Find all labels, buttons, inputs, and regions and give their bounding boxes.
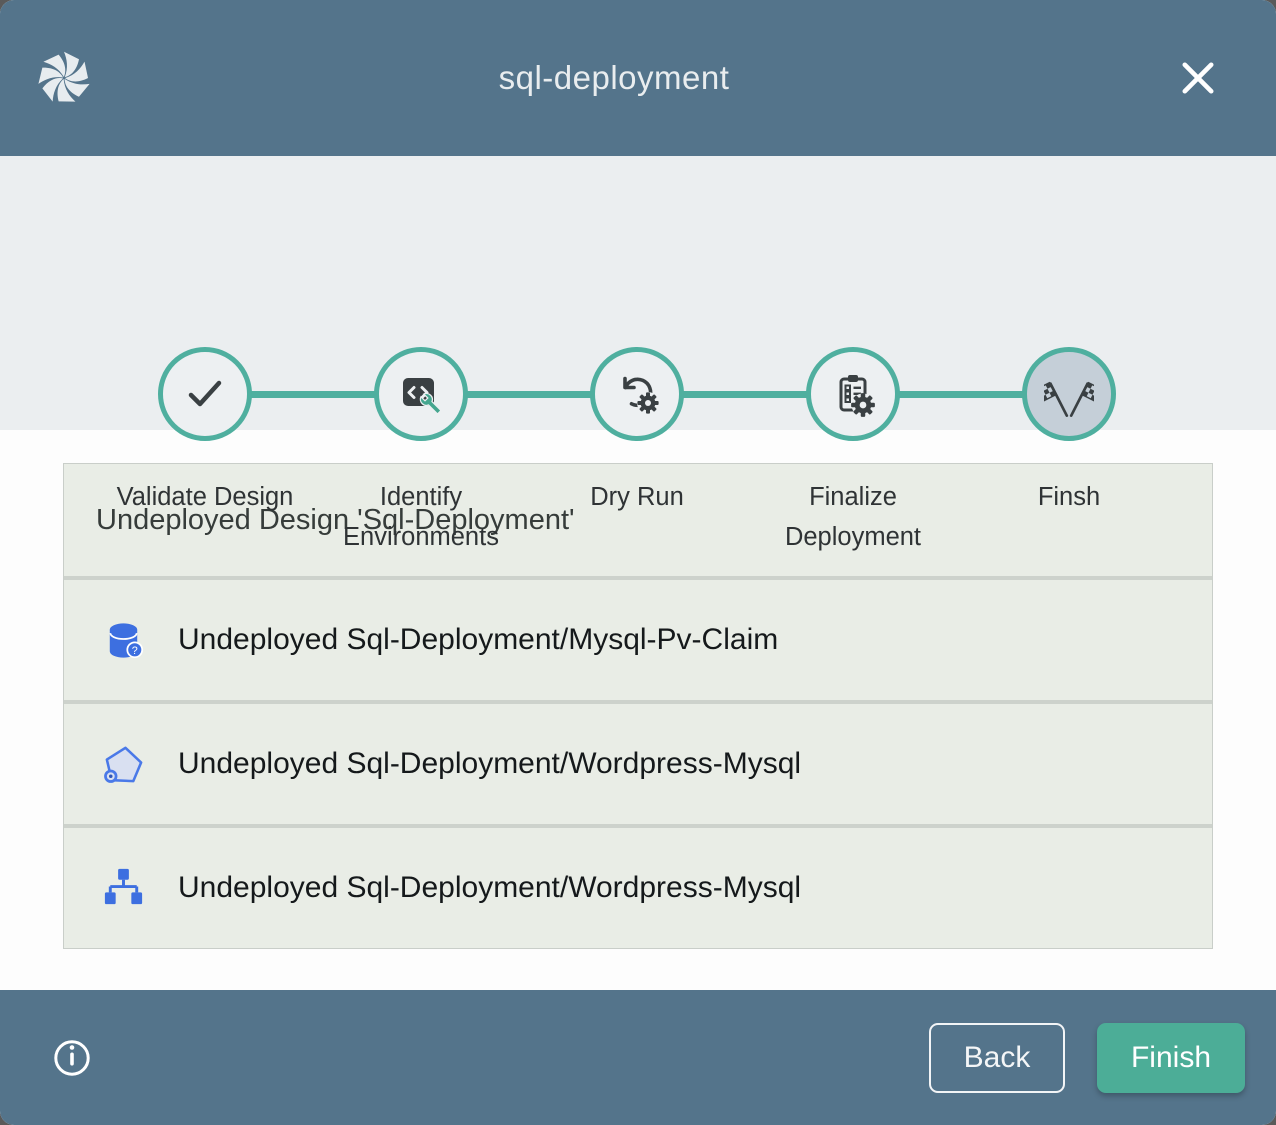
step-circle-finalize xyxy=(806,347,900,441)
back-button[interactable]: Back xyxy=(929,1023,1065,1093)
clipboard-gear-icon xyxy=(829,370,877,418)
result-row-wordpress-mysql-1: Undeployed Sql-Deployment/Wordpress-Mysq… xyxy=(64,700,1212,824)
step-label: Identify Environments xyxy=(321,477,521,557)
result-row-mysql-pv-claim: ? Undeployed Sql-Deployment/Mysql-Pv-Cla… xyxy=(64,576,1212,700)
dry-run-gear-icon xyxy=(613,370,661,418)
code-wrench-icon xyxy=(397,370,445,418)
step-validate-design: Validate Design xyxy=(97,347,313,557)
result-text: Undeployed Sql-Deployment/Wordpress-Mysq… xyxy=(178,747,801,781)
result-text: Undeployed Sql-Deployment/Wordpress-Mysq… xyxy=(178,871,801,905)
pentagon-icon xyxy=(100,741,147,788)
step-label: Finalize Deployment xyxy=(753,477,953,557)
modal-header: sql-deployment xyxy=(0,0,1276,156)
step-label: Finsh xyxy=(1038,477,1100,517)
page-title: sql-deployment xyxy=(0,59,1252,97)
deployment-wizard-modal: sql-deployment Validate Design xyxy=(0,0,1276,1125)
step-label: Validate Design xyxy=(117,477,294,517)
step-finalize-deployment: Finalize Deployment xyxy=(745,347,961,557)
info-button[interactable] xyxy=(52,1038,92,1078)
deployment-stepper: Validate Design Identify Environments xyxy=(0,156,1276,430)
tree-icon xyxy=(100,865,147,912)
check-icon xyxy=(181,370,229,418)
finish-button[interactable]: Finish xyxy=(1097,1023,1245,1093)
step-circle-dry-run xyxy=(590,347,684,441)
svg-text:?: ? xyxy=(132,644,138,656)
checkered-flags-icon xyxy=(1044,369,1094,419)
step-finish: Finsh xyxy=(961,347,1177,557)
step-dry-run: Dry Run xyxy=(529,347,745,557)
step-circle-finish xyxy=(1022,347,1116,441)
info-icon xyxy=(52,1038,92,1078)
result-text: Undeployed Sql-Deployment/Mysql-Pv-Claim xyxy=(178,623,778,657)
modal-footer: Back Finish xyxy=(0,990,1276,1125)
step-circle-validate xyxy=(158,347,252,441)
close-icon xyxy=(1176,56,1220,100)
result-row-wordpress-mysql-2: Undeployed Sql-Deployment/Wordpress-Mysq… xyxy=(64,824,1212,948)
step-identify-environments: Identify Environments xyxy=(313,347,529,557)
step-circle-environments xyxy=(374,347,468,441)
database-icon: ? xyxy=(100,617,147,664)
close-button[interactable] xyxy=(1176,56,1220,100)
step-label: Dry Run xyxy=(590,477,684,517)
